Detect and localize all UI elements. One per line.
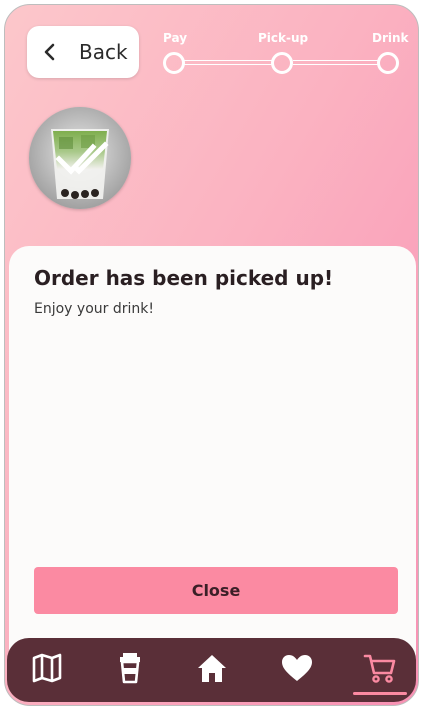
step-label-pay: Pay xyxy=(163,31,188,45)
step-label-drink: Drink xyxy=(372,31,409,45)
chevron-left-icon xyxy=(39,42,59,62)
phone-frame: Back Pay Pick-up Drink Order has been pi… xyxy=(4,4,419,706)
step-connector xyxy=(183,60,273,65)
step-connector xyxy=(293,60,379,65)
order-progress-stepper: Pay Pick-up Drink xyxy=(157,29,409,79)
map-icon xyxy=(31,653,63,687)
order-status-title: Order has been picked up! xyxy=(34,266,334,290)
nav-item-favorites[interactable] xyxy=(279,652,315,688)
nav-item-map[interactable] xyxy=(29,652,65,688)
double-check-icon xyxy=(55,141,111,179)
home-icon xyxy=(196,653,228,687)
step-dot-pickup xyxy=(271,52,293,74)
nav-item-home[interactable] xyxy=(194,652,230,688)
step-dot-drink xyxy=(377,52,399,74)
step-label-pickup: Pick-up xyxy=(258,31,309,45)
back-button[interactable]: Back xyxy=(27,26,139,78)
order-status-sheet: Order has been picked up! Enjoy your dri… xyxy=(9,246,416,666)
drink-image xyxy=(29,107,131,209)
nav-item-drinks[interactable] xyxy=(112,652,148,688)
close-button[interactable]: Close xyxy=(34,567,398,614)
back-label: Back xyxy=(79,40,128,64)
heart-icon xyxy=(281,654,313,686)
bottom-nav xyxy=(7,638,416,702)
order-status-subtitle: Enjoy your drink! xyxy=(34,301,154,317)
active-tab-indicator xyxy=(353,692,407,695)
nav-item-cart[interactable] xyxy=(362,652,398,688)
cart-icon xyxy=(363,652,397,688)
step-dot-pay xyxy=(163,52,185,74)
cup-icon xyxy=(117,652,143,688)
